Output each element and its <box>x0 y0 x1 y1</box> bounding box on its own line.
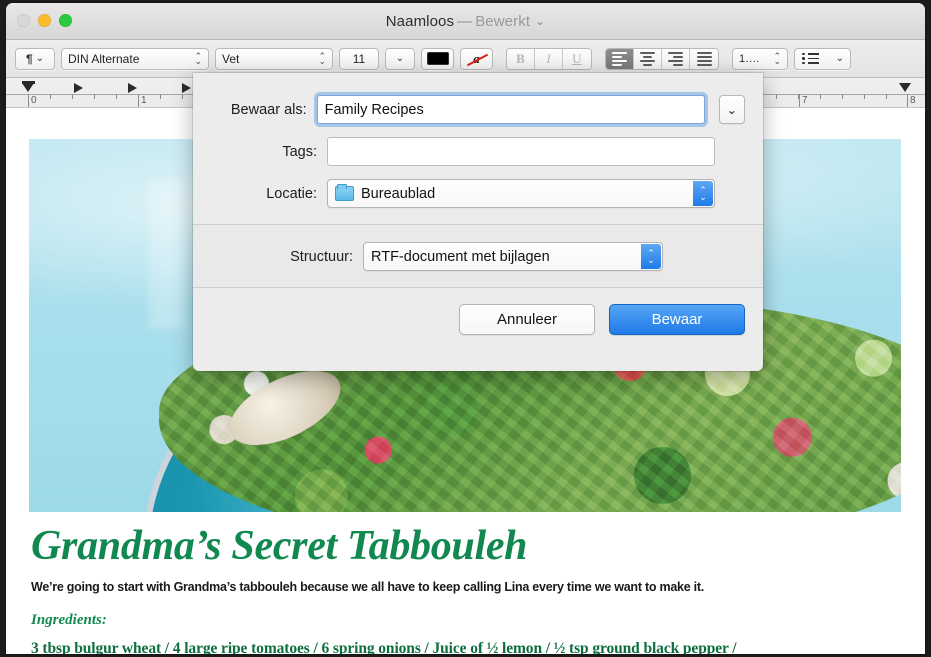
chevron-down-icon: ⌄ <box>395 53 405 64</box>
folder-icon <box>335 183 354 201</box>
chevron-down-icon: ⌄ <box>835 53 844 64</box>
format-select[interactable]: RTF-document met bijlagen ⌃ ⌄ <box>363 242 663 271</box>
tags-row: Tags: <box>193 137 763 166</box>
font-family-select[interactable]: DIN Alternate ⌃ ⌄ <box>61 47 209 70</box>
page-title: Grandma’s Secret Tabbouleh <box>31 523 528 569</box>
left-indent-marker[interactable] <box>22 83 34 92</box>
stepper-icon: ⌃ ⌄ <box>194 50 202 66</box>
text-color-button[interactable] <box>421 47 454 70</box>
ruler-label-8: 8 <box>910 95 916 106</box>
align-center-button[interactable] <box>634 48 662 69</box>
ingredients-heading: Ingredients: <box>31 612 107 628</box>
ruler-label-7: 7 <box>802 95 808 106</box>
align-right-icon <box>668 51 683 66</box>
tab-stop-marker[interactable] <box>182 83 191 93</box>
location-value: Bureaublad <box>361 185 436 202</box>
align-left-button[interactable] <box>606 48 634 69</box>
align-center-icon <box>640 51 655 66</box>
remove-highlight-button[interactable]: a <box>460 47 493 70</box>
italic-button[interactable]: I <box>535 48 563 69</box>
save-dialog-top-section: Bewaar als: Family Recipes ⌄ Tags: Locat… <box>193 73 763 224</box>
italic-icon: I <box>546 50 551 66</box>
align-right-button[interactable] <box>662 48 690 69</box>
tags-label: Tags: <box>282 143 317 160</box>
tags-input[interactable] <box>327 137 715 166</box>
align-justify-icon <box>696 51 712 66</box>
window-titlebar: Naamloos — Bewerkt ⌄ <box>6 3 925 40</box>
chevron-down-icon: ⌄ <box>726 102 737 117</box>
line-spacing-select[interactable]: 1.... ⌃ ⌄ <box>732 47 788 70</box>
save-as-row: Bewaar als: Family Recipes ⌄ <box>193 95 763 124</box>
window-title: Naamloos — Bewerkt ⌄ <box>6 13 925 30</box>
tab-stop-marker[interactable] <box>128 83 137 93</box>
font-style-value: Vet <box>222 51 240 66</box>
ruler-label-1: 1 <box>141 95 147 106</box>
save-dialog: Bewaar als: Family Recipes ⌄ Tags: Locat… <box>193 73 763 371</box>
document-title: Naamloos <box>385 12 455 30</box>
text-style-segment-group: B I U <box>506 47 592 70</box>
filename-value: Family Recipes <box>324 101 424 118</box>
format-row: Structuur: RTF-document met bijlagen ⌃ ⌄ <box>193 242 763 271</box>
intro-paragraph: We’re going to start with Grandma’s tabb… <box>31 580 705 594</box>
tab-stop-marker[interactable] <box>74 83 83 93</box>
paragraph-style-button[interactable]: ¶ ⌄ <box>15 47 55 70</box>
font-size-value: 11 <box>352 51 366 66</box>
alignment-segment-group <box>605 47 719 70</box>
location-label: Locatie: <box>266 185 317 202</box>
save-as-label: Bewaar als: <box>230 101 307 118</box>
chevron-down-icon[interactable]: ⌄ <box>530 14 545 28</box>
stepper-icon: ⌃ ⌄ <box>318 50 326 66</box>
title-dash: — <box>457 12 473 30</box>
ingredients-list: 3 tbsp bulgur wheat / 4 large ripe tomat… <box>31 640 737 654</box>
chevron-down-icon: ⌄ <box>35 53 45 64</box>
zoom-button[interactable] <box>59 14 72 27</box>
expand-dialog-button[interactable]: ⌄ <box>718 95 745 124</box>
bulleted-list-icon <box>795 52 819 65</box>
stepper-icon: ⌃ ⌄ <box>693 181 713 206</box>
font-size-dropdown-button[interactable]: ⌄ <box>385 47 415 70</box>
color-swatch-icon <box>426 52 449 65</box>
font-style-select[interactable]: Vet ⌃ ⌄ <box>215 47 333 70</box>
underline-button[interactable]: U <box>563 48 591 69</box>
stepper-icon: ⌃ ⌄ <box>773 50 781 66</box>
traffic-lights <box>17 14 72 27</box>
font-family-value: DIN Alternate <box>68 51 140 66</box>
pilcrow-icon: ¶ <box>25 51 33 66</box>
lists-select[interactable]: ⌄ <box>794 47 851 70</box>
location-select[interactable]: Bureaublad ⌃ ⌄ <box>327 179 715 208</box>
cancel-button[interactable]: Annuleer <box>459 304 595 335</box>
line-spacing-value: 1.... <box>739 52 760 65</box>
save-dialog-format-section: Structuur: RTF-document met bijlagen ⌃ ⌄ <box>193 225 763 287</box>
right-indent-marker[interactable] <box>899 83 911 92</box>
close-button[interactable] <box>17 14 30 27</box>
document-edited-state: Bewerkt <box>475 12 531 30</box>
align-left-icon <box>612 51 627 66</box>
format-value: RTF-document met bijlagen <box>371 248 550 265</box>
filename-input[interactable]: Family Recipes <box>316 95 705 124</box>
bold-icon: B <box>516 50 525 66</box>
stepper-icon: ⌃ ⌄ <box>641 244 661 269</box>
bold-button[interactable]: B <box>507 48 535 69</box>
align-justify-button[interactable] <box>690 48 718 69</box>
format-label: Structuur: <box>290 248 353 265</box>
save-dialog-actions: Annuleer Bewaar <box>193 288 763 335</box>
ruler-label-0: 0 <box>31 95 37 106</box>
underline-icon: U <box>572 50 582 66</box>
minimize-button[interactable] <box>38 14 51 27</box>
font-size-input[interactable]: 11 <box>339 47 379 70</box>
screen: Naamloos — Bewerkt ⌄ ¶ ⌄ DIN Alternate ⌃ ⌄ V… <box>0 0 931 657</box>
save-button[interactable]: Bewaar <box>609 304 745 335</box>
textedit-window: Naamloos — Bewerkt ⌄ ¶ ⌄ DIN Alternate ⌃ ⌄ V… <box>6 3 925 654</box>
location-row: Locatie: Bureaublad ⌃ ⌄ <box>193 179 763 208</box>
